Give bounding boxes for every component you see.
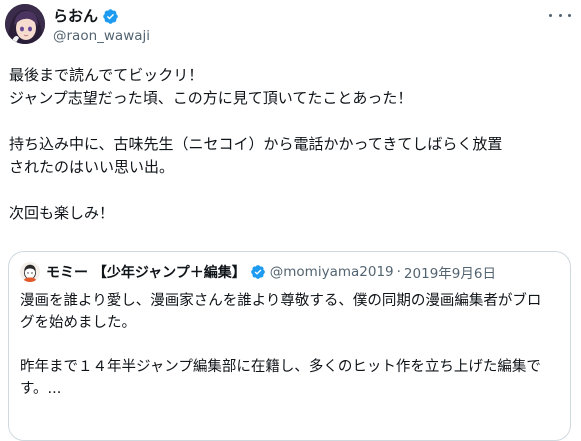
tweet-text: 最後まで読んでてビックリ！ ジャンプ志望だった頃、この方に見て頂いてたことあった… <box>9 64 573 225</box>
quote-handle[interactable]: @momiyama2019 <box>270 264 394 280</box>
tweet-line: 次回も楽しみ！ <box>9 204 115 222</box>
quote-text: 漫画を誰より愛し、漫画家さんを誰より尊敬する、僕の同期の漫画編集者がブロ グを始… <box>20 290 560 400</box>
quote-tweet[interactable]: モミー 【少年ジャンプ＋編集】 @momiyama2019 · 2019年9月6… <box>8 251 571 441</box>
author-handle[interactable]: @raon_wawaji <box>53 27 150 45</box>
quote-line: 漫画を誰より愛し、漫画家さんを誰より尊敬する、僕の同期の漫画編集者がブロ <box>20 293 542 309</box>
anime-avatar-icon <box>5 4 45 44</box>
author-display-name[interactable]: らおん <box>53 6 98 26</box>
quote-line: 昨年まで１４年半ジャンプ編集部に在籍し、多くのヒット作を立ち上げた編集で <box>20 359 541 375</box>
more-options-icon[interactable] <box>549 8 571 22</box>
quote-line: す。... <box>20 381 62 397</box>
verified-badge-icon <box>103 8 118 24</box>
tweet-line: 持ち込み中に、古味先生（ニセコイ）から電話かかってきてしばらく放置 <box>9 135 503 153</box>
tweet-line: 最後まで読んでてビックリ！ <box>9 66 204 84</box>
quote-header: モミー 【少年ジャンプ＋編集】 @momiyama2019 · 2019年9月6… <box>20 262 496 282</box>
author-name-row: らおん <box>53 6 119 26</box>
quote-separator: · <box>396 264 401 280</box>
author-avatar[interactable] <box>5 4 45 44</box>
tweet-line: ジャンプ志望だった頃、この方に見て頂いてたことあった！ <box>9 89 413 107</box>
tweet: らおん @raon_wawaji 最後まで読んでてビックリ！ ジャンプ志望だった… <box>0 0 581 441</box>
tweet-line: されたのはいい思い出。 <box>9 158 175 176</box>
quote-date[interactable]: 2019年9月6日 <box>404 262 496 282</box>
quote-display-name[interactable]: モミー 【少年ジャンプ＋編集】 <box>46 262 246 282</box>
quote-avatar-icon[interactable] <box>20 262 40 282</box>
verified-badge-icon <box>250 265 265 279</box>
quote-line: グを始めました。 <box>20 315 136 331</box>
